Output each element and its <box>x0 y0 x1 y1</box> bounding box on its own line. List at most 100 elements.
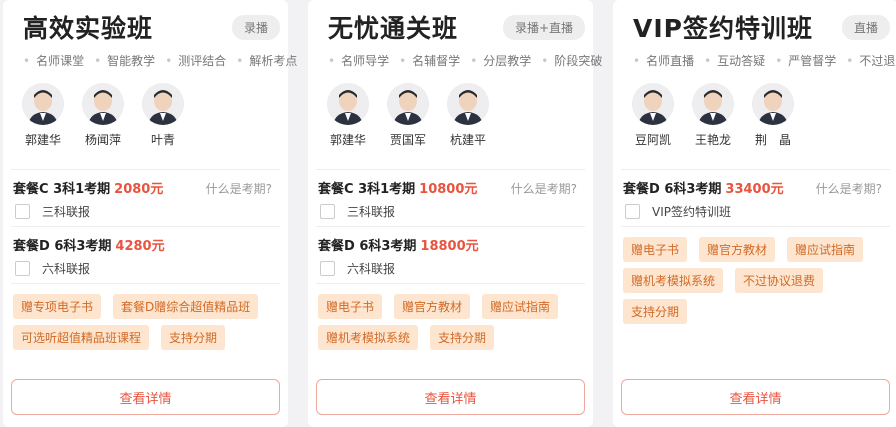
teacher[interactable]: 郭建华 <box>326 83 370 169</box>
package-price: 33400元 <box>725 182 784 197</box>
course-cards: 高效实验班 录播 名师课堂智能教学测评结合解析考点 <box>0 0 896 427</box>
teacher-name: 荆 晶 <box>754 133 791 147</box>
checkbox[interactable] <box>15 261 30 276</box>
teacher-name: 豆阿凯 <box>634 133 671 147</box>
teacher-name: 王艳龙 <box>694 133 731 147</box>
feature-item: 阶段突破 <box>541 52 602 69</box>
delivery-badge: 录播 <box>231 14 280 40</box>
gift-tag: 赠机考模拟系统 <box>318 325 419 350</box>
exam-period-help-link[interactable]: 什么是考期? <box>206 180 272 197</box>
feature-item: 解析考点 <box>236 52 297 69</box>
gift-tags: 赠电子书 赠官方教材 赠应试指南 赠机考模拟系统 支持分期 <box>316 284 585 350</box>
gift-tag: 套餐D赠综合超值精品班 <box>113 294 259 319</box>
gift-tag: 赠应试指南 <box>482 294 559 319</box>
card-header: VIP签约特训班 直播 <box>621 0 890 44</box>
feature-item: 名师直播 <box>633 52 694 69</box>
view-details-button[interactable]: 查看详情 <box>621 379 890 415</box>
card-header: 无忧通关班 录播+直播 <box>316 0 585 44</box>
teacher[interactable]: 杨闻萍 <box>81 83 125 169</box>
package-checkbox-row[interactable]: 六科联报 <box>318 254 585 283</box>
package-checkbox-row[interactable]: VIP签约特训班 <box>623 197 890 226</box>
gift-tag: 支持分期 <box>623 299 688 324</box>
teacher[interactable]: 贾国军 <box>386 83 430 169</box>
card-header: 高效实验班 录播 <box>11 0 280 44</box>
gift-tags: 赠专项电子书 套餐D赠综合超值精品班 可选听超值精品班课程 支持分期 <box>11 284 280 350</box>
gift-tag: 赠官方教材 <box>699 237 776 262</box>
package-name: 套餐D 6科3考期 <box>318 239 417 254</box>
package-name: 套餐D 6科3考期 <box>623 182 722 197</box>
teacher-list: 豆阿凯 王艳龙 荆 晶 <box>621 69 890 169</box>
checkbox[interactable] <box>320 204 335 219</box>
gift-tag: 赠应试指南 <box>787 237 864 262</box>
package-name: 套餐D 6科3考期 <box>13 239 112 254</box>
checkbox[interactable] <box>15 204 30 219</box>
course-title: 无忧通关班 <box>328 14 459 43</box>
package-price: 18800元 <box>420 239 479 254</box>
checkbox[interactable] <box>625 204 640 219</box>
gift-tag: 可选听超值精品班课程 <box>13 325 150 350</box>
avatar <box>327 83 369 125</box>
avatar <box>387 83 429 125</box>
teacher[interactable]: 叶青 <box>141 83 185 169</box>
feature-list: 名师直播互动答疑严管督学不过退费 <box>621 44 896 69</box>
checkbox-label: 六科联报 <box>347 262 396 276</box>
teacher-list: 郭建华 杨闻萍 叶青 <box>11 69 280 169</box>
package-name: 套餐C 3科1考期 <box>318 182 416 197</box>
exam-period-help-link[interactable]: 什么是考期? <box>816 180 882 197</box>
avatar <box>447 83 489 125</box>
course-card: 高效实验班 录播 名师课堂智能教学测评结合解析考点 <box>3 0 297 427</box>
checkbox-label: VIP签约特训班 <box>652 205 731 219</box>
feature-list: 名师导学名辅督学分层教学阶段突破 <box>316 44 602 69</box>
checkbox-label: 六科联报 <box>42 262 91 276</box>
package-checkbox-row[interactable]: 三科联报 <box>318 197 585 226</box>
checkbox-label: 三科联报 <box>347 205 396 219</box>
teacher[interactable]: 荆 晶 <box>751 83 795 169</box>
exam-period-help-link[interactable]: 什么是考期? <box>511 180 577 197</box>
avatar <box>632 83 674 125</box>
feature-item: 智能教学 <box>94 52 155 69</box>
feature-item: 分层教学 <box>470 52 531 69</box>
checkbox[interactable] <box>320 261 335 276</box>
gift-tag: 支持分期 <box>430 325 495 350</box>
course-card: VIP签约特训班 直播 名师直播互动答疑严管督学不过退费 <box>613 0 896 427</box>
package-option: 套餐D 6科3考期 18800元 六科联报 <box>316 227 585 283</box>
avatar <box>142 83 184 125</box>
gift-tag: 赠电子书 <box>318 294 383 319</box>
feature-item: 名师课堂 <box>23 52 84 69</box>
package-price: 4280元 <box>115 239 165 254</box>
delivery-badge: 直播 <box>841 14 890 40</box>
feature-item: 名师导学 <box>328 52 389 69</box>
feature-item: 测评结合 <box>165 52 226 69</box>
teacher-name: 郭建华 <box>329 133 366 147</box>
package-name: 套餐C 3科1考期 <box>13 182 111 197</box>
teacher[interactable]: 郭建华 <box>21 83 65 169</box>
feature-list: 名师课堂智能教学测评结合解析考点 <box>11 44 297 69</box>
course-title: 高效实验班 <box>23 14 154 43</box>
package-price: 2080元 <box>114 182 164 197</box>
gift-tags: 赠电子书 赠官方教材 赠应试指南 赠机考模拟系统 不过协议退费 支持分期 <box>621 227 890 324</box>
package-checkbox-row[interactable]: 三科联报 <box>13 197 280 226</box>
avatar <box>82 83 124 125</box>
view-details-button[interactable]: 查看详情 <box>316 379 585 415</box>
feature-item: 严管督学 <box>775 52 836 69</box>
package-option: 套餐D 6科3考期 33400元 什么是考期? VIP签约特训班 <box>621 170 890 226</box>
feature-item: 互动答疑 <box>704 52 765 69</box>
checkbox-label: 三科联报 <box>42 205 91 219</box>
gift-tag: 支持分期 <box>161 325 226 350</box>
teacher[interactable]: 杭建平 <box>446 83 490 169</box>
package-price: 10800元 <box>419 182 478 197</box>
avatar <box>22 83 64 125</box>
teacher-name: 杨闻萍 <box>84 133 121 147</box>
view-details-button[interactable]: 查看详情 <box>11 379 280 415</box>
gift-tag: 不过协议退费 <box>735 268 824 293</box>
teacher[interactable]: 王艳龙 <box>691 83 735 169</box>
course-card: 无忧通关班 录播+直播 名师导学名辅督学分层教学阶段突破 <box>308 0 602 427</box>
package-option: 套餐D 6科3考期 4280元 六科联报 <box>11 227 280 283</box>
teacher-name: 郭建华 <box>24 133 61 147</box>
teacher-name: 叶青 <box>150 133 175 147</box>
teacher[interactable]: 豆阿凯 <box>631 83 675 169</box>
teacher-list: 郭建华 贾国军 杭建平 <box>316 69 585 169</box>
teacher-name: 杭建平 <box>449 133 486 147</box>
gift-tag: 赠电子书 <box>623 237 688 262</box>
package-checkbox-row[interactable]: 六科联报 <box>13 254 280 283</box>
